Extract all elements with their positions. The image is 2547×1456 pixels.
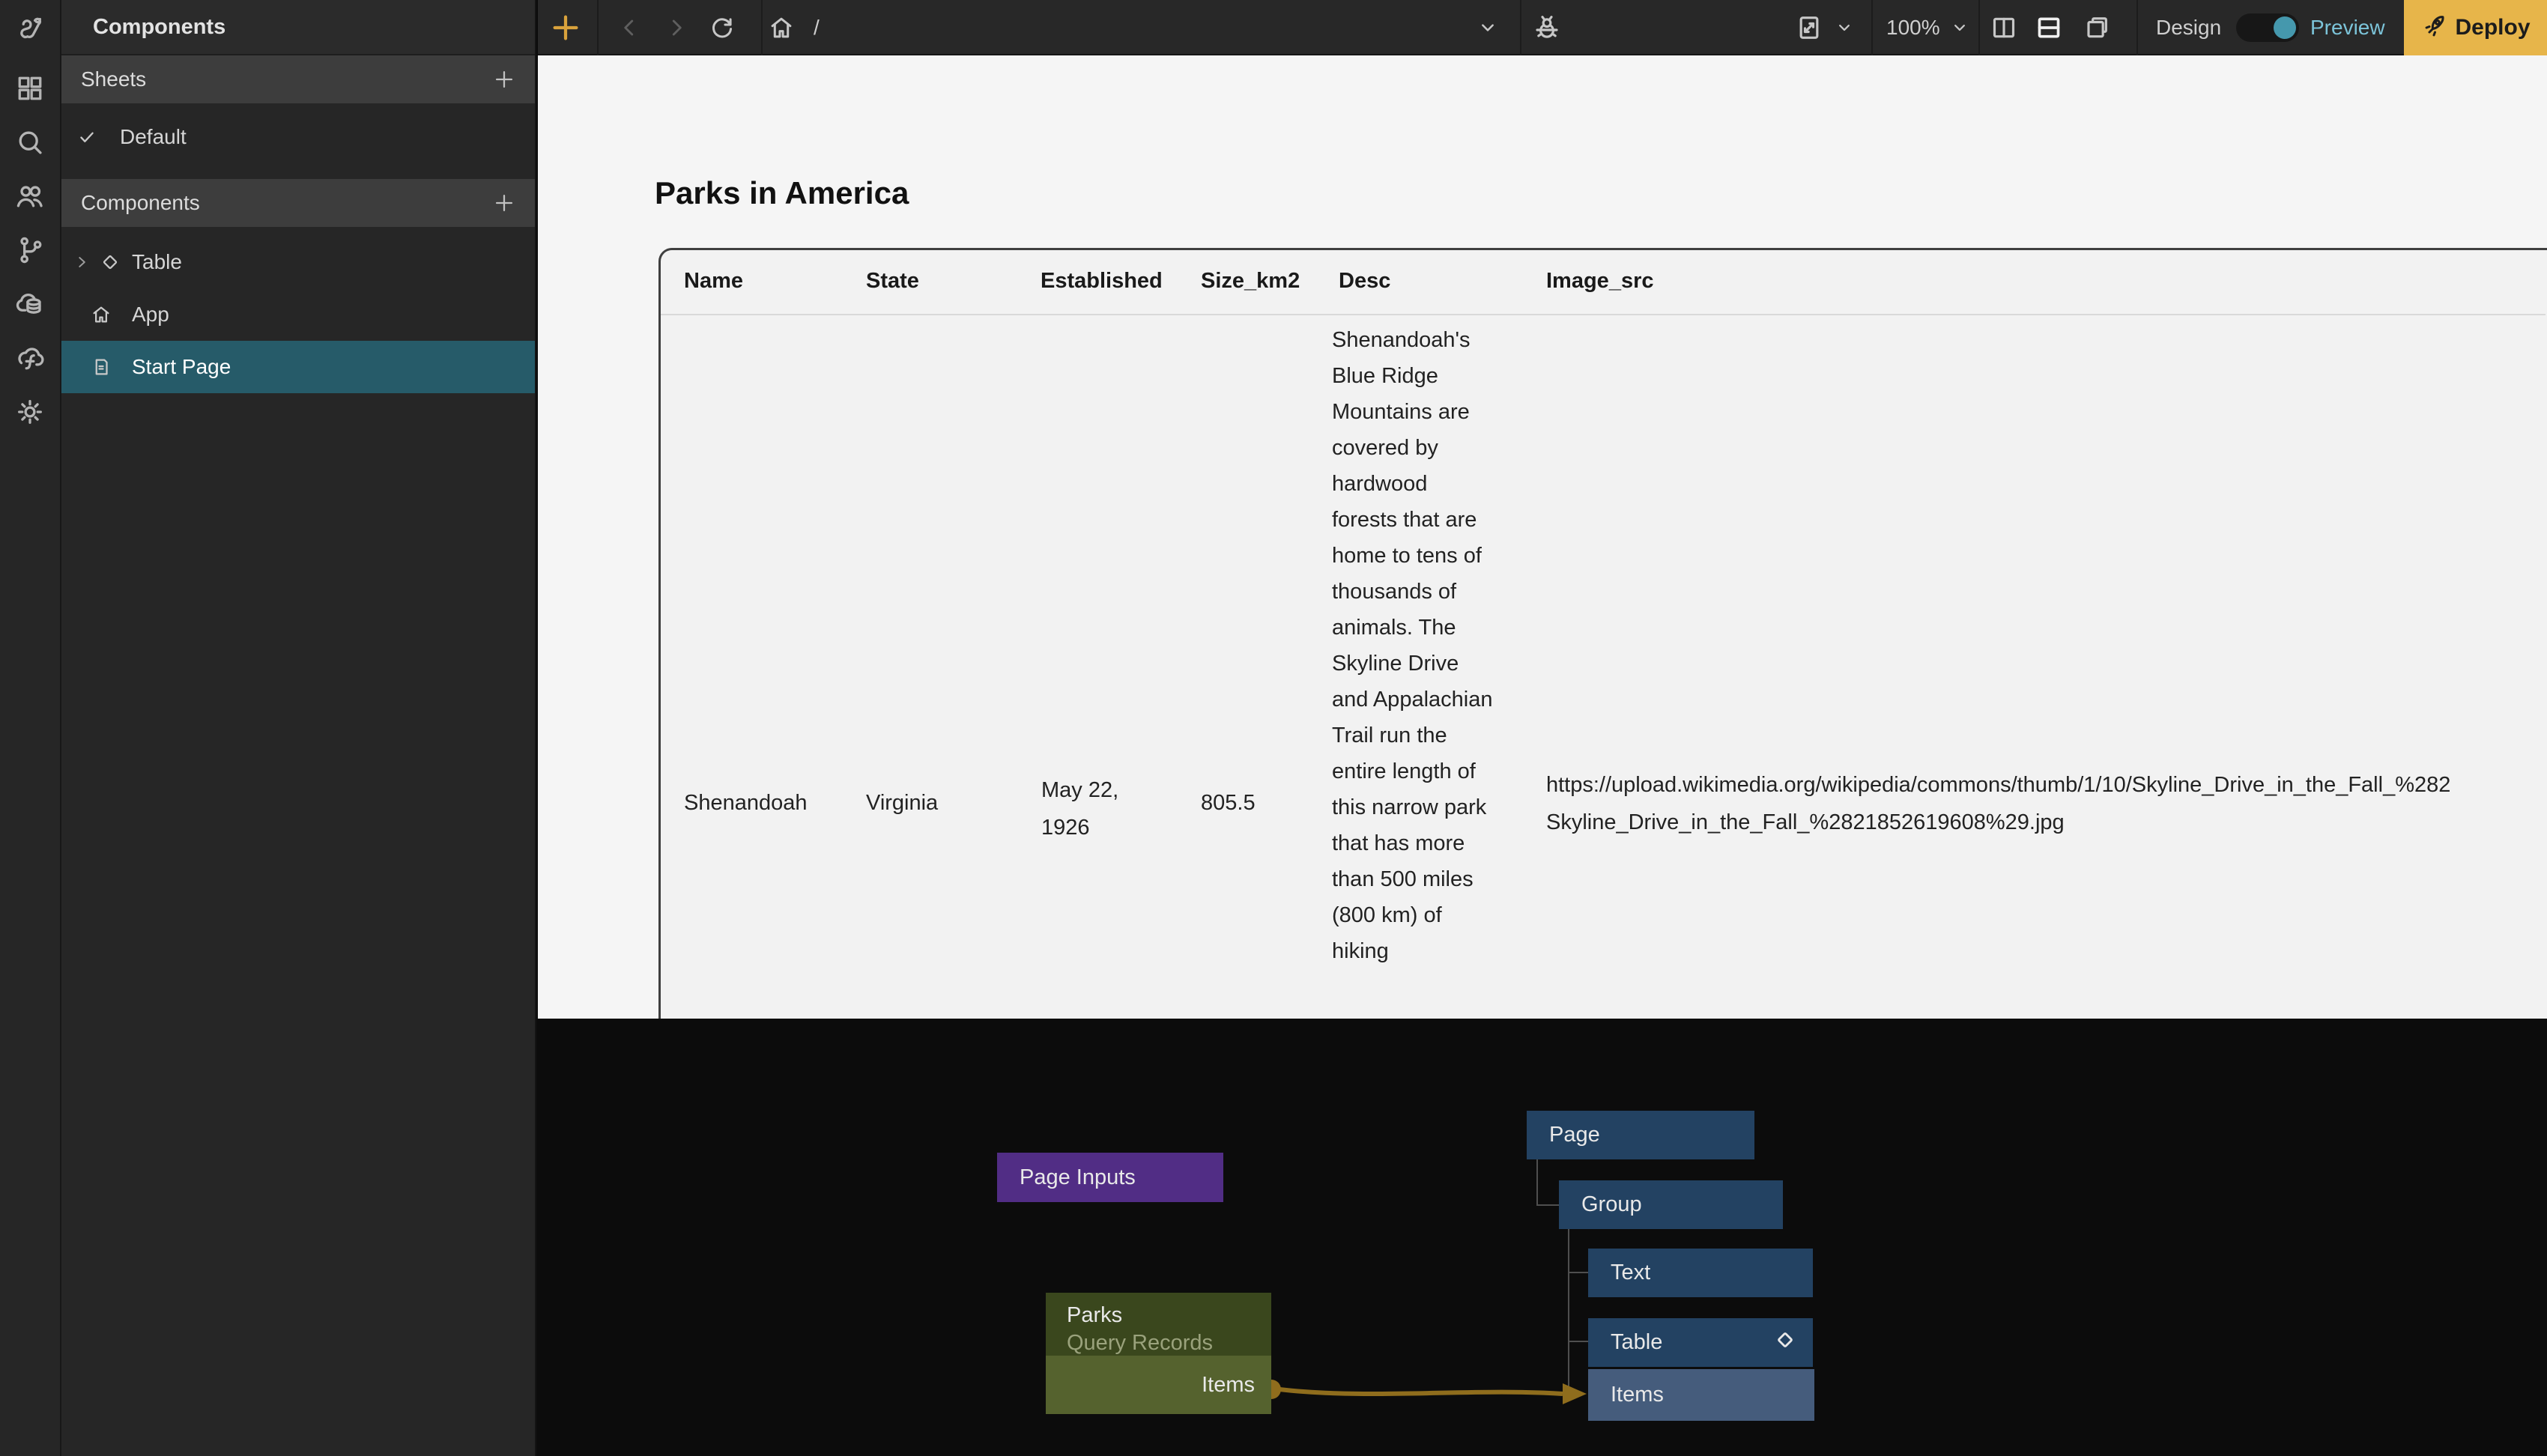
port-label: Items [1611,1383,1664,1407]
home-route-button[interactable] [767,0,796,55]
sheets-section-header[interactable]: Sheets [61,55,535,103]
component-item-label: Table [132,250,182,274]
rocket-icon [2420,14,2447,41]
settings-gear-icon[interactable] [12,394,48,430]
component-item-start-page[interactable]: Start Page [61,341,535,393]
refresh-icon[interactable] [708,0,736,55]
node-label: Page [1549,1123,1600,1147]
cell-image-src-line1: https://upload.wikimedia.org/wikipedia/c… [1546,773,2547,798]
cloud-functions-icon[interactable] [12,340,48,376]
component-item-label: App [132,303,169,327]
cell-image-src-line2: Skyline_Drive_in_the_Fall_%2821852619608… [1546,810,2547,835]
components-header-label: Components [81,191,200,215]
app-preview-canvas: Parks in America Name State Established … [538,55,2547,1019]
connector-table-stub [1569,1341,1588,1342]
node-label: Table [1611,1330,1662,1355]
connector-group-children [1568,1229,1569,1393]
column-header-name: Name [684,269,743,294]
nav-back-button[interactable] [616,0,643,55]
debug-bug-icon[interactable] [1532,0,1562,55]
icon-rail [0,0,61,1456]
node-text[interactable]: Text [1588,1249,1813,1297]
deploy-button[interactable]: Deploy [2404,0,2547,55]
add-node-button[interactable] [548,0,583,55]
node-label: Text [1611,1261,1650,1285]
node-table-items-port[interactable]: Items [1588,1369,1814,1421]
sheets-header-label: Sheets [81,67,146,91]
items-connection-edge [538,1019,2547,1456]
noodl-logo-icon[interactable] [12,10,48,46]
design-mode-label[interactable]: Design [2156,0,2221,55]
preview-mode-label[interactable]: Preview [2310,0,2385,55]
home-icon [88,303,114,326]
column-header-desc: Desc [1339,269,1390,294]
nav-forward-button[interactable] [663,0,690,55]
node-page-inputs[interactable]: Page Inputs [997,1153,1223,1202]
components-section-header[interactable]: Components [61,179,535,227]
sheet-item-default[interactable]: Default [61,111,535,163]
deploy-label: Deploy [2455,15,2530,40]
node-header: Parks Query Records [1046,1293,1271,1356]
check-icon [76,127,99,148]
cell-state: Virginia [866,791,938,816]
node-parks-query-records[interactable]: Parks Query Records Items [1046,1293,1271,1414]
cell-established: May 22, 1926 [1041,771,1148,846]
panel-title: Components [61,0,535,55]
sheet-item-label: Default [120,125,187,149]
viewport-size-icon[interactable] [1794,0,1824,55]
node-page[interactable]: Page [1527,1111,1754,1159]
add-component-button[interactable] [491,190,517,216]
cell-desc: Shenandoah's Blue Ridge Mountains are co… [1332,322,1498,969]
component-item-app[interactable]: App [61,288,535,341]
page-icon [88,356,114,378]
table-header-divider [661,314,2546,315]
zoom-chevron-icon[interactable] [1949,0,1970,55]
version-control-branch-icon[interactable] [12,232,48,268]
node-title: Parks [1067,1302,1271,1329]
column-header-established: Established [1041,269,1163,294]
noodl-editor: Components Sheets Default Components Tab… [0,0,2547,1456]
node-subtitle: Query Records [1067,1329,1271,1357]
design-preview-toggle[interactable] [2236,13,2299,42]
toolbar-dropdown-chevron[interactable] [1476,0,1500,55]
collaborators-users-icon[interactable] [12,178,48,214]
column-header-state: State [866,269,919,294]
cell-name: Shenandoah [684,791,808,816]
chevron-right-icon[interactable] [72,251,91,273]
column-header-size-km2: Size_km2 [1201,269,1300,294]
node-table[interactable]: Table [1588,1318,1813,1367]
node-label: Group [1581,1192,1642,1217]
connector-page-group [1536,1159,1538,1206]
component-item-table[interactable]: Table [61,236,535,288]
parks-table [658,248,2547,1019]
component-diamond-icon [97,251,123,273]
node-label: Page Inputs [1020,1165,1136,1190]
viewport-chevron-icon[interactable] [1834,0,1855,55]
component-item-label: Start Page [132,355,231,379]
layout-windows-icon[interactable] [2083,0,2113,55]
zoom-level[interactable]: 100% [1886,0,1940,55]
connector-page-group-stub [1536,1204,1559,1206]
toolbar: / 100% Design Preview Deploy [538,0,2547,55]
components-grid-icon[interactable] [12,70,48,106]
page-title: Parks in America [655,175,909,211]
node-group[interactable]: Group [1559,1180,1783,1229]
port-label: Items [1202,1373,1255,1398]
search-icon[interactable] [12,124,48,160]
add-sheet-button[interactable] [491,67,517,92]
layout-split-horizontal-icon[interactable] [2034,0,2064,55]
layout-split-vertical-icon[interactable] [1989,0,2019,55]
component-diamond-icon [1772,1327,1798,1359]
output-port-items[interactable]: Items [1046,1356,1271,1414]
cloud-data-icon[interactable] [12,286,48,322]
connector-text-stub [1569,1272,1588,1273]
toggle-knob [2274,16,2296,39]
route-path[interactable]: / [814,0,820,55]
components-panel: Components Sheets Default Components Tab… [61,0,536,1456]
cell-size-km2: 805.5 [1201,791,1256,816]
column-header-image-src: Image_src [1546,269,1654,294]
node-graph-editor[interactable]: Page Inputs Parks Query Records Items Pa… [538,1019,2547,1456]
